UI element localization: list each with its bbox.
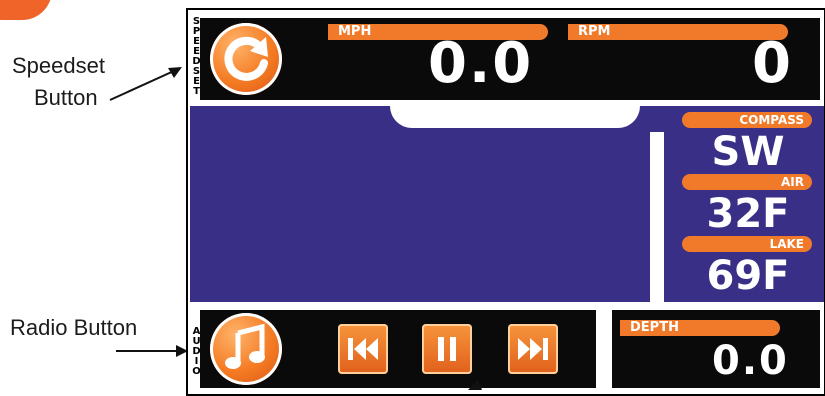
rpm-value: 0 (752, 31, 793, 96)
device-screen: SPEEDSET AUDIO MPH 0.0 RPM 0 COMPASS SW … (186, 8, 825, 396)
top-gauge-bar: MPH 0.0 RPM 0 (200, 18, 820, 100)
radio-callout-arrow (116, 345, 188, 357)
radio-button[interactable] (210, 313, 282, 385)
map-view: COMPASS SW AIR 32F LAKE 69F (190, 106, 824, 302)
lake-label: LAKE (682, 236, 812, 252)
depth-box: DEPTH 0.0 (612, 310, 820, 388)
depth-value: 0.0 (712, 338, 789, 384)
audio-bar (200, 310, 596, 388)
bottom-callout-arrow (468, 380, 482, 390)
boat-graphic (390, 106, 640, 128)
rewind-icon (348, 338, 378, 360)
air-value: 32F (706, 191, 790, 237)
speedset-callout-line2: Button (34, 85, 98, 110)
radio-callout: Radio Button (10, 315, 138, 340)
fast-forward-icon (518, 338, 548, 360)
next-button[interactable] (508, 324, 558, 374)
speedset-callout-line1: Speedset (12, 53, 105, 78)
depth-label: DEPTH (620, 320, 780, 336)
compass-label: COMPASS (682, 112, 812, 128)
pause-icon (438, 337, 456, 361)
air-label: AIR (682, 174, 812, 190)
previous-button[interactable] (338, 324, 388, 374)
pause-button[interactable] (422, 324, 472, 374)
compass-value: SW (711, 129, 785, 175)
music-note-icon (225, 323, 265, 369)
corner-badge (0, 0, 52, 20)
speedset-callout-arrow (109, 67, 182, 101)
divider-bar (650, 132, 664, 302)
refresh-icon (224, 36, 268, 81)
lake-value: 69F (706, 253, 790, 299)
mph-value: 0.0 (428, 31, 534, 96)
stats-panel: COMPASS SW AIR 32F LAKE 69F (678, 106, 824, 302)
speedset-button[interactable] (210, 23, 282, 95)
